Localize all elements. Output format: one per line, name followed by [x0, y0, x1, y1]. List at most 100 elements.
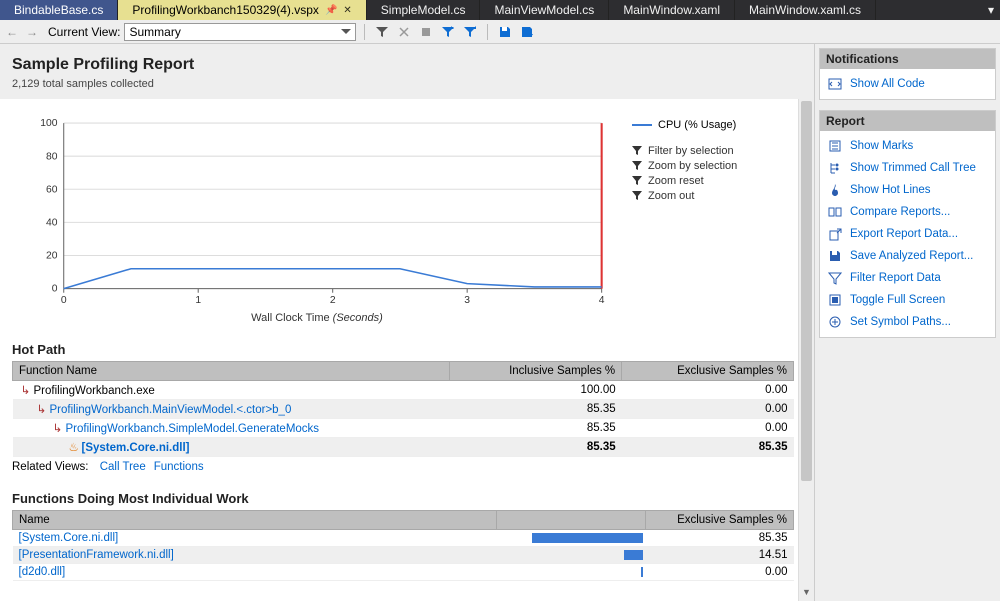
hotpath-row[interactable]: ↳ProfilingWorkbanch.SimpleModel.Generate… — [13, 419, 794, 438]
svg-text:4: 4 — [599, 295, 605, 306]
report-panel-title: Report — [820, 111, 995, 131]
zoom-out-icon[interactable] — [461, 23, 479, 41]
function-link[interactable]: [System.Core.ni.dll] — [82, 442, 190, 454]
funnel-icon — [632, 161, 642, 171]
inclusive-pct: 85.35 — [450, 400, 622, 419]
chart-xlabel: Wall Clock Time (Seconds) — [12, 312, 622, 324]
hotpath-arrow-icon: ↳ — [37, 402, 47, 416]
stop-icon[interactable] — [417, 23, 435, 41]
pin-icon[interactable]: 📌 — [325, 5, 337, 16]
exclusive-bar — [641, 567, 643, 577]
current-view-select[interactable] — [124, 23, 356, 41]
function-link[interactable]: [System.Core.ni.dll] — [19, 532, 119, 544]
topfn-col-exc[interactable]: Exclusive Samples % — [645, 511, 793, 530]
side-action[interactable]: Show Trimmed Call Tree — [822, 157, 993, 179]
hotpath-arrow-icon: ↳ — [53, 421, 63, 435]
vertical-scrollbar[interactable]: ▲ ▼ — [798, 99, 814, 601]
hotpath-row[interactable]: ↳ProfilingWorkbanch.MainViewModel.<.ctor… — [13, 400, 794, 419]
editor-tab[interactable]: MainWindow.xaml — [609, 0, 735, 20]
side-action[interactable]: Export Report Data... — [822, 223, 993, 245]
topfn-row[interactable]: [d2d0.dll]0.00 — [13, 564, 794, 581]
current-view-label: Current View: — [48, 25, 120, 39]
side-action[interactable]: Show Marks — [822, 135, 993, 157]
side-action[interactable]: Set Symbol Paths... — [822, 311, 993, 333]
editor-tab[interactable]: MainViewModel.cs — [480, 0, 609, 20]
tab-label: BindableBase.cs — [14, 3, 103, 17]
topfn-col-name[interactable]: Name — [13, 511, 497, 530]
side-action[interactable]: Show All Code — [822, 73, 993, 95]
chart-action-label: Zoom out — [648, 190, 694, 202]
side-action[interactable]: Show Hot Lines — [822, 179, 993, 201]
inclusive-pct: 100.00 — [450, 381, 622, 400]
tabs-overflow-button[interactable]: ▾ — [982, 0, 1000, 20]
export-icon[interactable] — [518, 23, 536, 41]
editor-tab[interactable]: SimpleModel.cs — [367, 0, 481, 20]
hotpath-row[interactable]: ↳ProfilingWorkbanch.exe100.000.00 — [13, 381, 794, 400]
hotpath-col-exc[interactable]: Exclusive Samples % — [622, 362, 794, 381]
tab-label: MainWindow.xaml — [623, 3, 720, 17]
zoom-in-icon[interactable] — [439, 23, 457, 41]
topfn-row[interactable]: [System.Core.ni.dll]85.35 — [13, 530, 794, 547]
hotpath-row[interactable]: ♨[System.Core.ni.dll]85.3585.35 — [13, 438, 794, 457]
related-view-link[interactable]: Functions — [154, 461, 204, 473]
side-action-label: Set Symbol Paths... — [850, 316, 951, 328]
exclusive-pct: 0.00 — [622, 419, 794, 438]
tree-icon — [828, 161, 842, 175]
inclusive-pct: 85.35 — [450, 419, 622, 438]
editor-tab[interactable]: ProfilingWorkbanch150329(4).vspx📌✕ — [118, 0, 366, 20]
page-title: Sample Profiling Report — [12, 56, 802, 74]
nav-back-button[interactable]: ← — [4, 25, 20, 39]
side-action-label: Save Analyzed Report... — [850, 250, 973, 262]
hotpath-col-fn[interactable]: Function Name — [13, 362, 450, 381]
function-link[interactable]: [PresentationFramework.ni.dll] — [19, 549, 174, 561]
nav-forward-button[interactable]: → — [24, 25, 40, 39]
chart-action-label: Filter by selection — [648, 145, 734, 157]
topfn-title: Functions Doing Most Individual Work — [12, 491, 794, 506]
side-action-label: Compare Reports... — [850, 206, 950, 218]
function-link[interactable]: ProfilingWorkbanch.SimpleModel.GenerateM… — [66, 423, 320, 435]
editor-tab[interactable]: MainWindow.xaml.cs — [735, 0, 876, 20]
side-action[interactable]: Save Analyzed Report... — [822, 245, 993, 267]
side-action-label: Show Trimmed Call Tree — [850, 162, 976, 174]
hotpath-col-inc[interactable]: Inclusive Samples % — [450, 362, 622, 381]
hotpath-table: Function Name Inclusive Samples % Exclus… — [12, 361, 794, 457]
side-action-label: Show Hot Lines — [850, 184, 931, 196]
code-icon — [828, 77, 842, 91]
save-icon[interactable] — [496, 23, 514, 41]
side-action-label: Show All Code — [850, 78, 925, 90]
hotpath-arrow-icon: ↳ — [21, 383, 31, 397]
notifications-panel: Notifications Show All Code — [819, 48, 996, 100]
chart-action-label: Zoom reset — [648, 175, 704, 187]
close-icon[interactable]: ✕ — [343, 5, 351, 16]
marks-icon — [828, 139, 842, 153]
clear-filter-icon[interactable] — [395, 23, 413, 41]
svg-text:2: 2 — [330, 295, 336, 306]
side-action-label: Filter Report Data — [850, 272, 941, 284]
filter-icon[interactable] — [373, 23, 391, 41]
exclusive-pct: 0.00 — [622, 400, 794, 419]
side-action[interactable]: Toggle Full Screen — [822, 289, 993, 311]
chart-action[interactable]: Filter by selection — [632, 145, 794, 157]
page-subtitle: 2,129 total samples collected — [12, 78, 802, 90]
svg-text:60: 60 — [46, 184, 58, 195]
editor-tab[interactable]: BindableBase.cs — [0, 0, 118, 20]
exclusive-bar — [624, 550, 643, 560]
cpu-usage-chart[interactable]: 02040608010001234 — [12, 111, 612, 311]
function-name: ProfilingWorkbanch.exe — [34, 385, 155, 397]
side-action[interactable]: Compare Reports... — [822, 201, 993, 223]
side-action[interactable]: Filter Report Data — [822, 267, 993, 289]
exclusive-pct: 14.51 — [645, 547, 793, 564]
chart-action[interactable]: Zoom reset — [632, 175, 794, 187]
chart-action[interactable]: Zoom by selection — [632, 160, 794, 172]
function-link[interactable]: [d2d0.dll] — [19, 566, 66, 578]
legend-series-cpu: CPU (% Usage) — [632, 119, 794, 131]
editor-tab-strip: BindableBase.csProfilingWorkbanch150329(… — [0, 0, 1000, 20]
svg-text:0: 0 — [61, 295, 67, 306]
tab-label: MainViewModel.cs — [494, 3, 594, 17]
chart-action[interactable]: Zoom out — [632, 190, 794, 202]
function-link[interactable]: ProfilingWorkbanch.MainViewModel.<.ctor>… — [50, 404, 292, 416]
related-view-link[interactable]: Call Tree — [100, 461, 146, 473]
svg-text:100: 100 — [40, 118, 57, 129]
chart-action-label: Zoom by selection — [648, 160, 737, 172]
topfn-row[interactable]: [PresentationFramework.ni.dll] 14.51 — [13, 547, 794, 564]
